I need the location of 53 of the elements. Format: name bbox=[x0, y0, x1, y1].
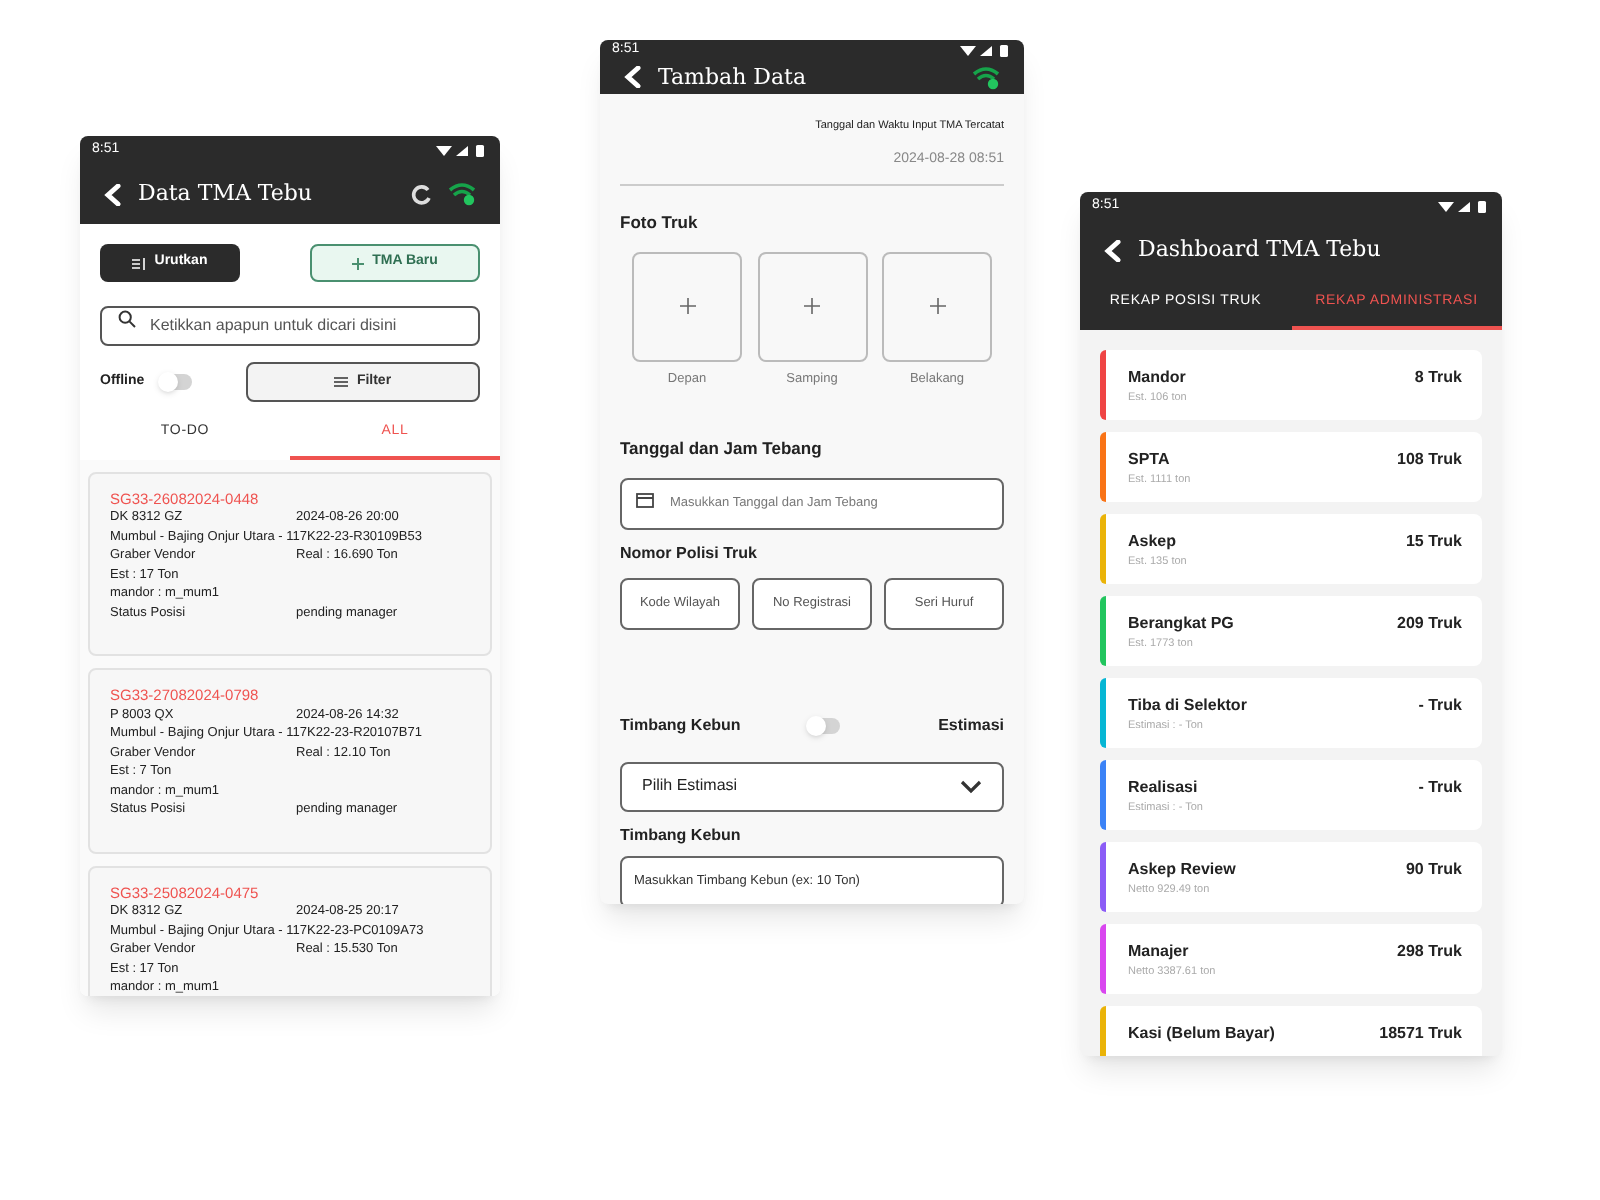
plus-icon bbox=[679, 298, 695, 314]
stage-name: Tiba di Selektor bbox=[1128, 693, 1247, 717]
truck-count: 18571 Truk bbox=[1379, 1021, 1462, 1045]
stage-name: SPTA bbox=[1128, 447, 1172, 471]
toggle-label: Timbang Kebun bbox=[620, 713, 741, 737]
toggle-switch[interactable] bbox=[160, 374, 193, 390]
refresh-icon[interactable] bbox=[410, 183, 432, 205]
photo-upload-button[interactable] bbox=[882, 251, 992, 361]
screen-title: Data TMA Tebu bbox=[138, 177, 315, 210]
search-field[interactable]: Ketikkan apapun untuk dicari disini bbox=[100, 305, 480, 345]
stage-name: Berangkat PG bbox=[1128, 611, 1234, 635]
stage-name: Askep bbox=[1128, 529, 1179, 553]
back-icon[interactable] bbox=[624, 66, 642, 89]
wifi-status-icon bbox=[972, 65, 1000, 90]
truck-count: 15 Truk bbox=[1405, 529, 1462, 553]
stage-name: Askep Review bbox=[1128, 857, 1236, 881]
screen-title: Dashboard TMA Tebu bbox=[1138, 233, 1383, 266]
section-heading: Foto Truk bbox=[620, 209, 700, 235]
truck-count: 298 Truk bbox=[1397, 939, 1462, 963]
plus-icon bbox=[929, 298, 945, 314]
truck-count: - Truk bbox=[1418, 693, 1462, 717]
back-icon[interactable] bbox=[1104, 239, 1122, 261]
truck-count: 209 Truk bbox=[1397, 611, 1462, 635]
chevron-down-icon bbox=[960, 779, 982, 793]
photo-upload-button[interactable] bbox=[632, 251, 742, 361]
plus-icon bbox=[352, 257, 365, 269]
section-heading: Nomor Polisi Truk bbox=[620, 541, 759, 565]
section-heading: Timbang Kebun bbox=[620, 823, 743, 847]
truck-count: 90 Truk bbox=[1405, 857, 1462, 881]
toggle-switch[interactable] bbox=[808, 717, 841, 733]
back-icon[interactable] bbox=[104, 183, 122, 205]
plus-icon bbox=[804, 298, 820, 314]
photo-upload-button[interactable] bbox=[757, 251, 867, 361]
wifi-status-icon bbox=[448, 182, 476, 206]
stage-name: Realisasi bbox=[1128, 775, 1200, 799]
screen-title: Tambah Data bbox=[658, 61, 809, 93]
truck-count: 108 Truk bbox=[1397, 447, 1462, 471]
search-icon bbox=[118, 309, 136, 327]
sort-icon bbox=[132, 257, 147, 269]
status-icons bbox=[960, 43, 1012, 58]
calendar-icon bbox=[636, 492, 654, 508]
filter-icon bbox=[334, 376, 349, 388]
truck-count: 8 Truk bbox=[1414, 365, 1462, 389]
stage-name: Kasi (Belum Bayar) bbox=[1128, 1021, 1275, 1045]
stage-name: Manajer bbox=[1128, 939, 1191, 963]
status-icons bbox=[1438, 199, 1490, 213]
truck-count: - Truk bbox=[1418, 775, 1462, 799]
section-heading: Tanggal dan Jam Tebang bbox=[620, 436, 824, 462]
toggle-label: Estimasi bbox=[938, 713, 1004, 737]
stage-name: Mandor bbox=[1128, 365, 1187, 389]
status-icons bbox=[436, 143, 488, 157]
stage-card[interactable]: Kasi (Belum Bayar) 18571 Truk bbox=[1100, 1005, 1482, 1056]
estimate-dropdown[interactable]: Pilih Estimasi bbox=[620, 761, 1004, 811]
